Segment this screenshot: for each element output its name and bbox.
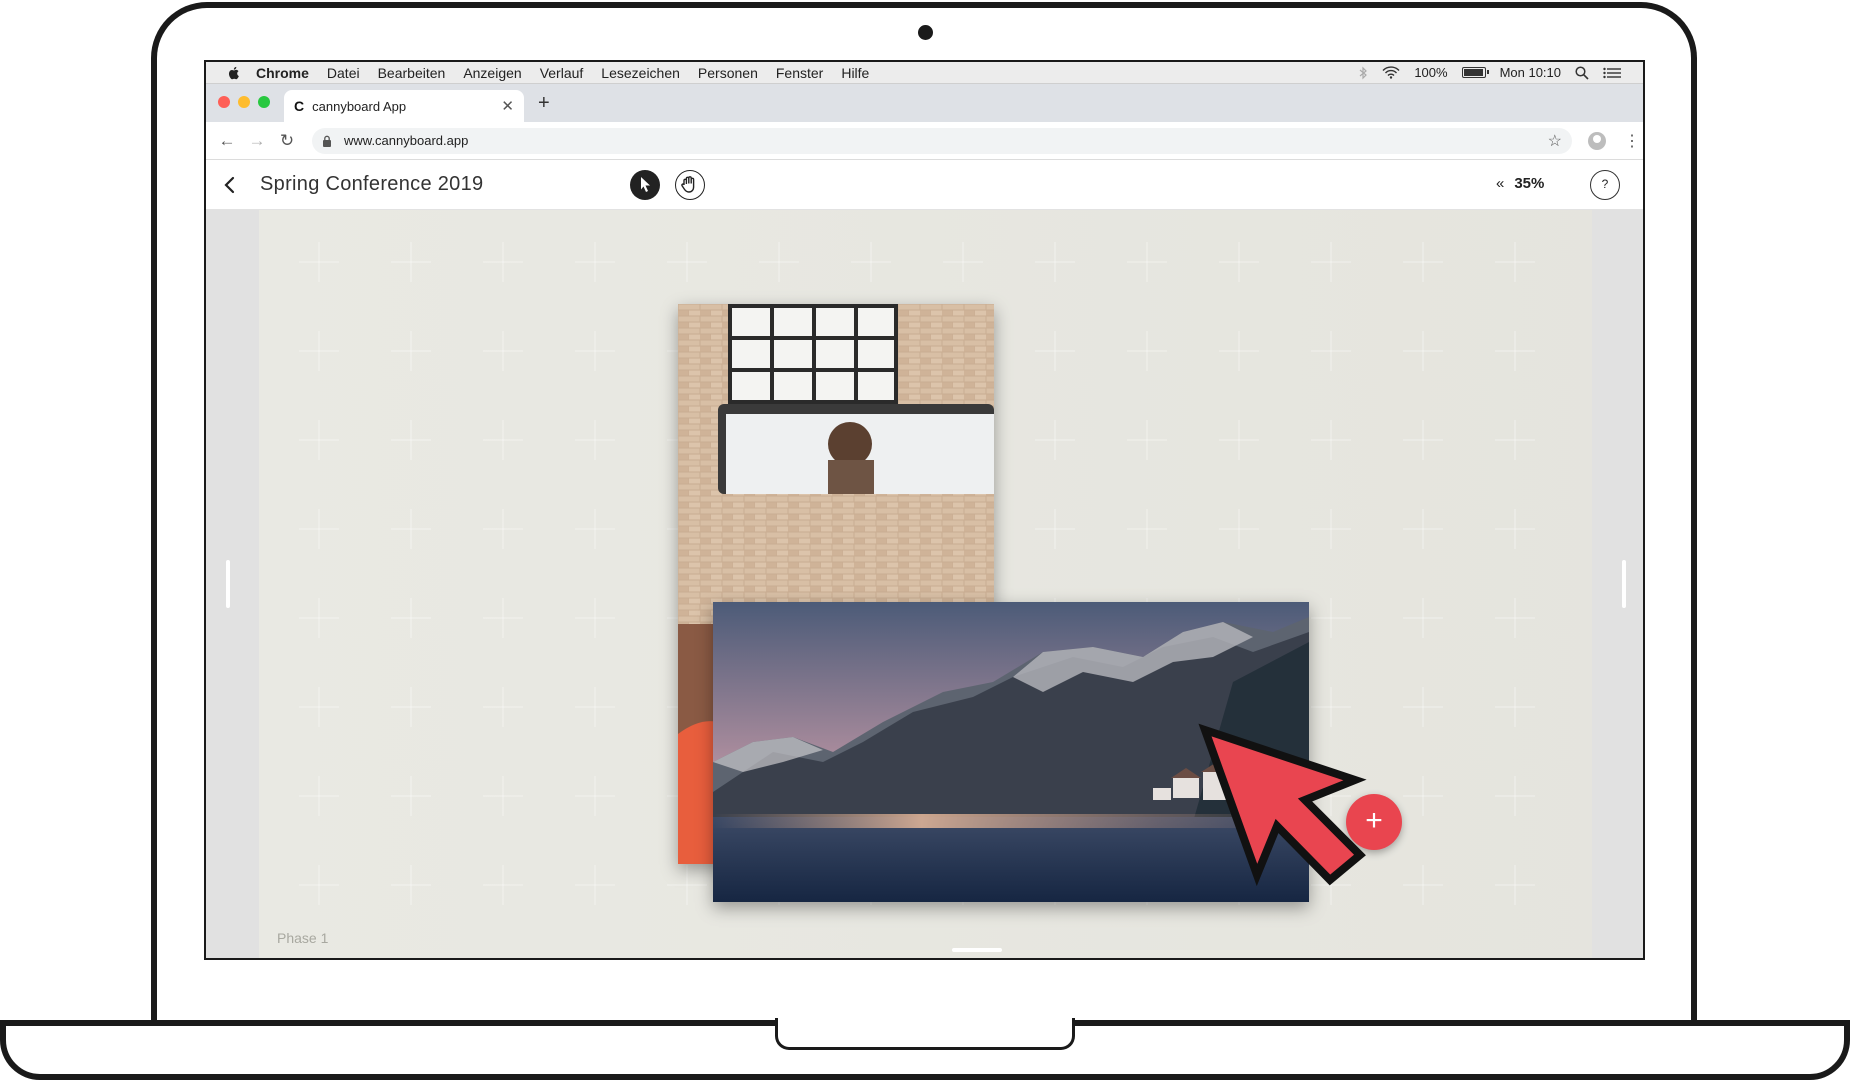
browser-tabbar: C cannyboard App ✕ + [206, 84, 1643, 122]
menubar-status: 100% Mon 10:10 [1358, 65, 1643, 80]
help-button[interactable]: ? [1590, 170, 1620, 200]
address-bar[interactable]: www.cannyboard.app ☆ [312, 127, 1572, 154]
window-zoom-button[interactable] [258, 96, 270, 108]
menu-item-anzeigen[interactable]: Anzeigen [463, 65, 521, 81]
address-url: www.cannyboard.app [344, 133, 469, 148]
camera-dot [918, 25, 933, 40]
forward-arrow-icon[interactable]: → [242, 131, 272, 151]
zoom-level[interactable]: « 35% [1496, 175, 1544, 192]
select-tool-button[interactable] [630, 170, 660, 200]
tab-close-icon[interactable]: ✕ [501, 97, 514, 115]
right-panel-handle[interactable] [1622, 560, 1626, 608]
menu-item-verlauf[interactable]: Verlauf [540, 65, 584, 81]
window-close-button[interactable] [218, 96, 230, 108]
battery-icon[interactable] [1461, 67, 1489, 78]
back-arrow-icon[interactable]: ← [212, 131, 242, 151]
wifi-icon[interactable] [1382, 66, 1400, 79]
left-panel-handle[interactable] [226, 560, 230, 608]
menu-item-bearbeiten[interactable]: Bearbeiten [378, 65, 446, 81]
browser-tab-title: cannyboard App [312, 98, 407, 114]
board-canvas[interactable]: Phase 1 [259, 210, 1592, 958]
back-chevron-icon[interactable] [218, 173, 242, 197]
menu-item-hilfe[interactable]: Hilfe [841, 65, 869, 81]
menu-item-personen[interactable]: Personen [698, 65, 758, 81]
app-header: Spring Conference 2019 « 35% ? [206, 160, 1643, 210]
collapse-chevron-icon[interactable]: « [1496, 175, 1504, 192]
battery-percent: 100% [1414, 65, 1448, 80]
cursor-arrow-icon [1198, 723, 1367, 887]
pointer-icon [641, 177, 650, 192]
zoom-value: 35% [1514, 175, 1545, 192]
apple-icon[interactable] [226, 65, 242, 81]
canvas-workspace[interactable]: Phase 1 [206, 210, 1643, 958]
reload-icon[interactable]: ↻ [272, 131, 302, 151]
laptop-base-notch [775, 1018, 1075, 1050]
menu-item-datei[interactable]: Datei [327, 65, 360, 81]
browser-tab-cannyboard[interactable]: C cannyboard App ✕ [284, 90, 524, 122]
pan-tool-button[interactable] [675, 170, 705, 200]
menu-item-lesezeichen[interactable]: Lesezeichen [601, 65, 680, 81]
phase-label: Phase 1 [277, 930, 329, 946]
window-controls [218, 96, 270, 108]
board-title: Spring Conference 2019 [260, 173, 484, 195]
lock-icon[interactable] [322, 135, 332, 147]
profile-avatar-icon[interactable] [1588, 131, 1606, 150]
bluetooth-icon[interactable] [1358, 66, 1368, 80]
menu-app-name[interactable]: Chrome [256, 65, 309, 81]
browser-menu-icon[interactable]: ⋮ [1624, 131, 1640, 151]
menubar-clock[interactable]: Mon 10:10 [1500, 65, 1561, 80]
browser-toolbar: ← → ↻ www.cannyboard.app ☆ ⋮ [206, 122, 1643, 160]
spotlight-search-icon[interactable] [1575, 65, 1589, 80]
hand-icon [681, 176, 695, 193]
mac-menubar: Chrome Datei Bearbeiten Anzeigen Verlauf… [206, 62, 1643, 84]
cannyboard-favicon-icon: C [294, 98, 305, 114]
bookmark-star-icon[interactable]: ☆ [1548, 131, 1562, 151]
new-tab-icon[interactable]: + [538, 92, 550, 115]
notification-center-icon[interactable] [1603, 67, 1621, 79]
laptop-screen: Chrome Datei Bearbeiten Anzeigen Verlauf… [204, 60, 1645, 960]
menu-item-fenster[interactable]: Fenster [776, 65, 823, 81]
bottom-drawer-handle[interactable] [952, 948, 1002, 952]
window-minimize-button[interactable] [238, 96, 250, 108]
